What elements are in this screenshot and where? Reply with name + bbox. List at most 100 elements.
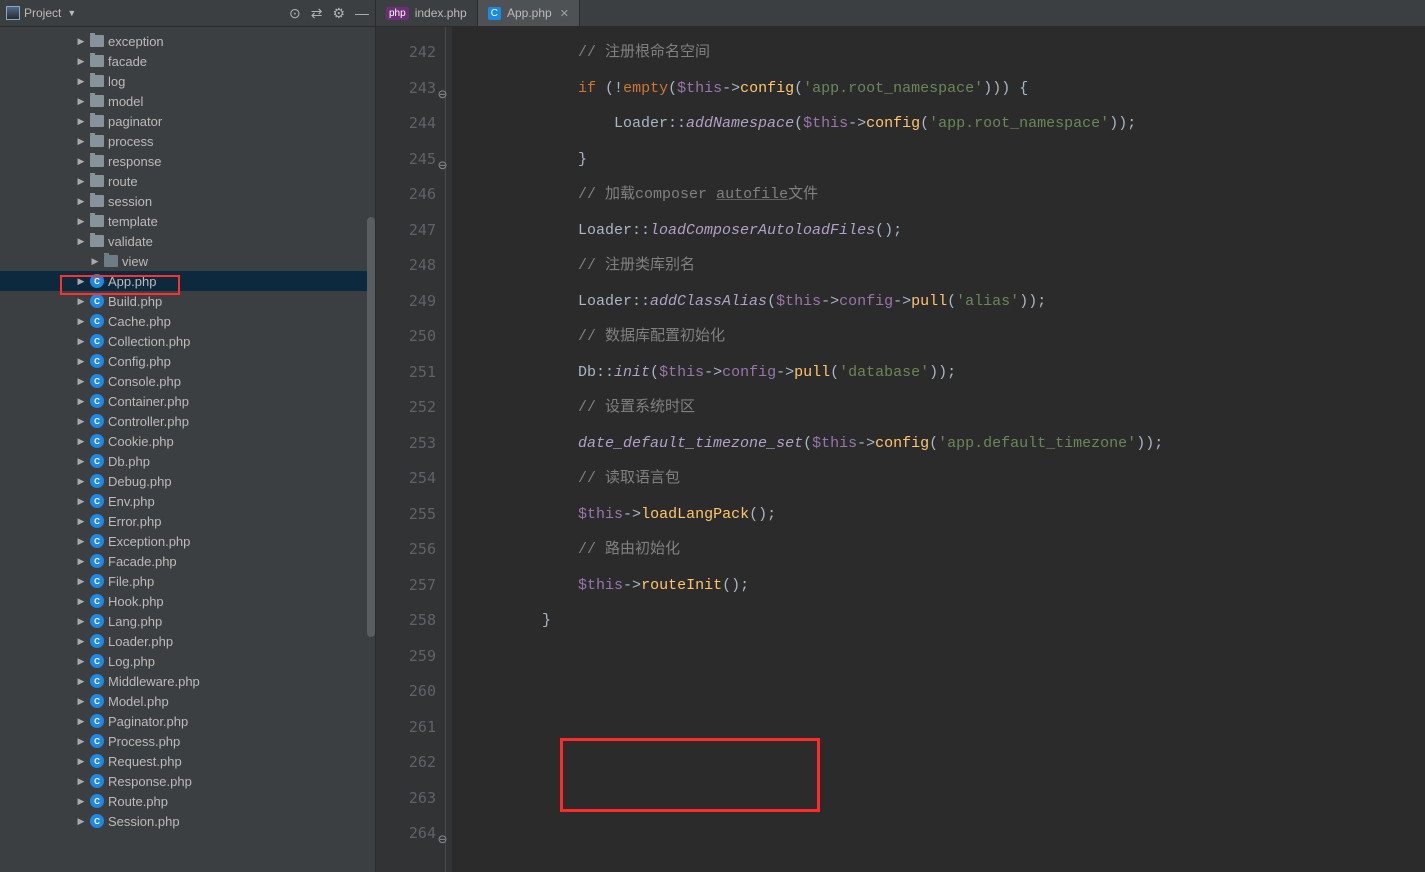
tab-index.php[interactable]: phpindex.php (376, 0, 478, 26)
file-Config.php[interactable]: ▶CConfig.php (0, 351, 375, 371)
project-sidebar: Project ▼ ⊙ ⇄ ⚙ — ▶exception▶facade▶log▶… (0, 0, 376, 872)
target-icon[interactable]: ⊙ (289, 5, 301, 22)
file-Facade.php[interactable]: ▶CFacade.php (0, 551, 375, 571)
minimize-icon[interactable]: — (355, 5, 369, 21)
file-File.php[interactable]: ▶CFile.php (0, 571, 375, 591)
folder-exception[interactable]: ▶exception (0, 31, 375, 51)
file-Middleware.php[interactable]: ▶CMiddleware.php (0, 671, 375, 691)
fold-icon[interactable]: ⊖ (431, 77, 447, 93)
code-line[interactable]: if (!empty($this->config('app.root_names… (470, 71, 1425, 107)
code-line[interactable]: } (470, 142, 1425, 178)
code-line[interactable]: date_default_timezone_set($this->config(… (470, 426, 1425, 462)
file-Session.php[interactable]: ▶CSession.php (0, 811, 375, 831)
code-line[interactable]: Loader::loadComposerAutoloadFiles(); (470, 213, 1425, 249)
folder-log[interactable]: ▶log (0, 71, 375, 91)
file-Model.php[interactable]: ▶CModel.php (0, 691, 375, 711)
code-line[interactable]: // 路由初始化 (470, 532, 1425, 568)
tab-label: App.php (507, 6, 552, 20)
chevron-right-icon: ▶ (76, 696, 86, 707)
file-Build.php[interactable]: ▶CBuild.php (0, 291, 375, 311)
collapse-icon[interactable]: ⇄ (311, 5, 323, 22)
chevron-right-icon: ▶ (76, 396, 86, 407)
scrollbar[interactable] (367, 217, 375, 637)
chevron-down-icon[interactable]: ▼ (67, 8, 76, 18)
file-Cookie.php[interactable]: ▶CCookie.php (0, 431, 375, 451)
tree-item-label: Process.php (108, 734, 180, 749)
code-line[interactable]: // 设置系统时区 (470, 390, 1425, 426)
chevron-right-icon: ▶ (76, 576, 86, 587)
file-Response.php[interactable]: ▶CResponse.php (0, 771, 375, 791)
file-Hook.php[interactable]: ▶CHook.php (0, 591, 375, 611)
folder-response[interactable]: ▶response (0, 151, 375, 171)
folder-view[interactable]: ▶view (0, 251, 375, 271)
file-Controller.php[interactable]: ▶CController.php (0, 411, 375, 431)
fold-icon[interactable]: ⊖ (431, 148, 447, 164)
code-line[interactable]: // 注册类库别名 (470, 248, 1425, 284)
file-Log.php[interactable]: ▶CLog.php (0, 651, 375, 671)
chevron-right-icon: ▶ (76, 436, 86, 447)
php-file-icon: C (90, 394, 104, 408)
tree-item-label: Middleware.php (108, 674, 200, 689)
tree-item-label: log (108, 74, 125, 89)
file-Debug.php[interactable]: ▶CDebug.php (0, 471, 375, 491)
file-Exception.php[interactable]: ▶CException.php (0, 531, 375, 551)
tree-item-label: Log.php (108, 654, 155, 669)
file-Error.php[interactable]: ▶CError.php (0, 511, 375, 531)
code-line[interactable]: } (470, 603, 1425, 639)
file-App.php[interactable]: ▶CApp.php (0, 271, 375, 291)
file-Route.php[interactable]: ▶CRoute.php (0, 791, 375, 811)
file-Request.php[interactable]: ▶CRequest.php (0, 751, 375, 771)
tab-App.php[interactable]: CApp.php✕ (478, 0, 580, 26)
file-Loader.php[interactable]: ▶CLoader.php (0, 631, 375, 651)
tree-item-label: Route.php (108, 794, 168, 809)
code-line[interactable]: $this->routeInit(); (470, 568, 1425, 604)
folder-process[interactable]: ▶process (0, 131, 375, 151)
php-file-icon: C (90, 794, 104, 808)
file-Container.php[interactable]: ▶CContainer.php (0, 391, 375, 411)
file-Process.php[interactable]: ▶CProcess.php (0, 731, 375, 751)
line-number: 249 (376, 284, 436, 320)
line-number: 258 (376, 603, 436, 639)
php-file-icon: C (90, 734, 104, 748)
tree-item-label: view (122, 254, 148, 269)
file-type-icon: php (386, 7, 409, 20)
folder-icon (90, 95, 104, 107)
tree-item-label: model (108, 94, 143, 109)
code-line[interactable]: // 读取语言包 (470, 461, 1425, 497)
code-line[interactable]: Loader::addClassAlias($this->config->pul… (470, 284, 1425, 320)
project-label[interactable]: Project (24, 6, 61, 20)
code-line[interactable]: Loader::addNamespace($this->config('app.… (470, 106, 1425, 142)
folder-icon (90, 135, 104, 147)
folder-template[interactable]: ▶template (0, 211, 375, 231)
file-Cache.php[interactable]: ▶CCache.php (0, 311, 375, 331)
chevron-right-icon: ▶ (76, 116, 86, 127)
folder-icon (90, 175, 104, 187)
code-line[interactable]: // 加载composer autofile文件 (470, 177, 1425, 213)
php-file-icon: C (90, 694, 104, 708)
file-Lang.php[interactable]: ▶CLang.php (0, 611, 375, 631)
code-line[interactable]: Db::init($this->config->pull('database')… (470, 355, 1425, 391)
tree-item-label: Loader.php (108, 634, 173, 649)
chevron-right-icon: ▶ (76, 376, 86, 387)
folder-model[interactable]: ▶model (0, 91, 375, 111)
file-Db.php[interactable]: ▶CDb.php (0, 451, 375, 471)
folder-session[interactable]: ▶session (0, 191, 375, 211)
fold-icon[interactable]: ⊖ (431, 822, 447, 838)
folder-facade[interactable]: ▶facade (0, 51, 375, 71)
tree-item-label: Session.php (108, 814, 180, 829)
folder-route[interactable]: ▶route (0, 171, 375, 191)
code-line[interactable]: $this->loadLangPack(); (470, 497, 1425, 533)
code-line[interactable]: // 注册根命名空间 (470, 35, 1425, 71)
folder-validate[interactable]: ▶validate (0, 231, 375, 251)
file-Env.php[interactable]: ▶CEnv.php (0, 491, 375, 511)
code-area[interactable]: // 注册根命名空间 if (!empty($this->config('app… (452, 27, 1425, 872)
gear-icon[interactable]: ⚙ (332, 5, 345, 22)
project-tree[interactable]: ▶exception▶facade▶log▶model▶paginator▶pr… (0, 27, 375, 872)
folder-paginator[interactable]: ▶paginator (0, 111, 375, 131)
tree-item-label: session (108, 194, 152, 209)
file-Console.php[interactable]: ▶CConsole.php (0, 371, 375, 391)
close-icon[interactable]: ✕ (560, 7, 569, 20)
file-Paginator.php[interactable]: ▶CPaginator.php (0, 711, 375, 731)
code-line[interactable]: // 数据库配置初始化 (470, 319, 1425, 355)
file-Collection.php[interactable]: ▶CCollection.php (0, 331, 375, 351)
